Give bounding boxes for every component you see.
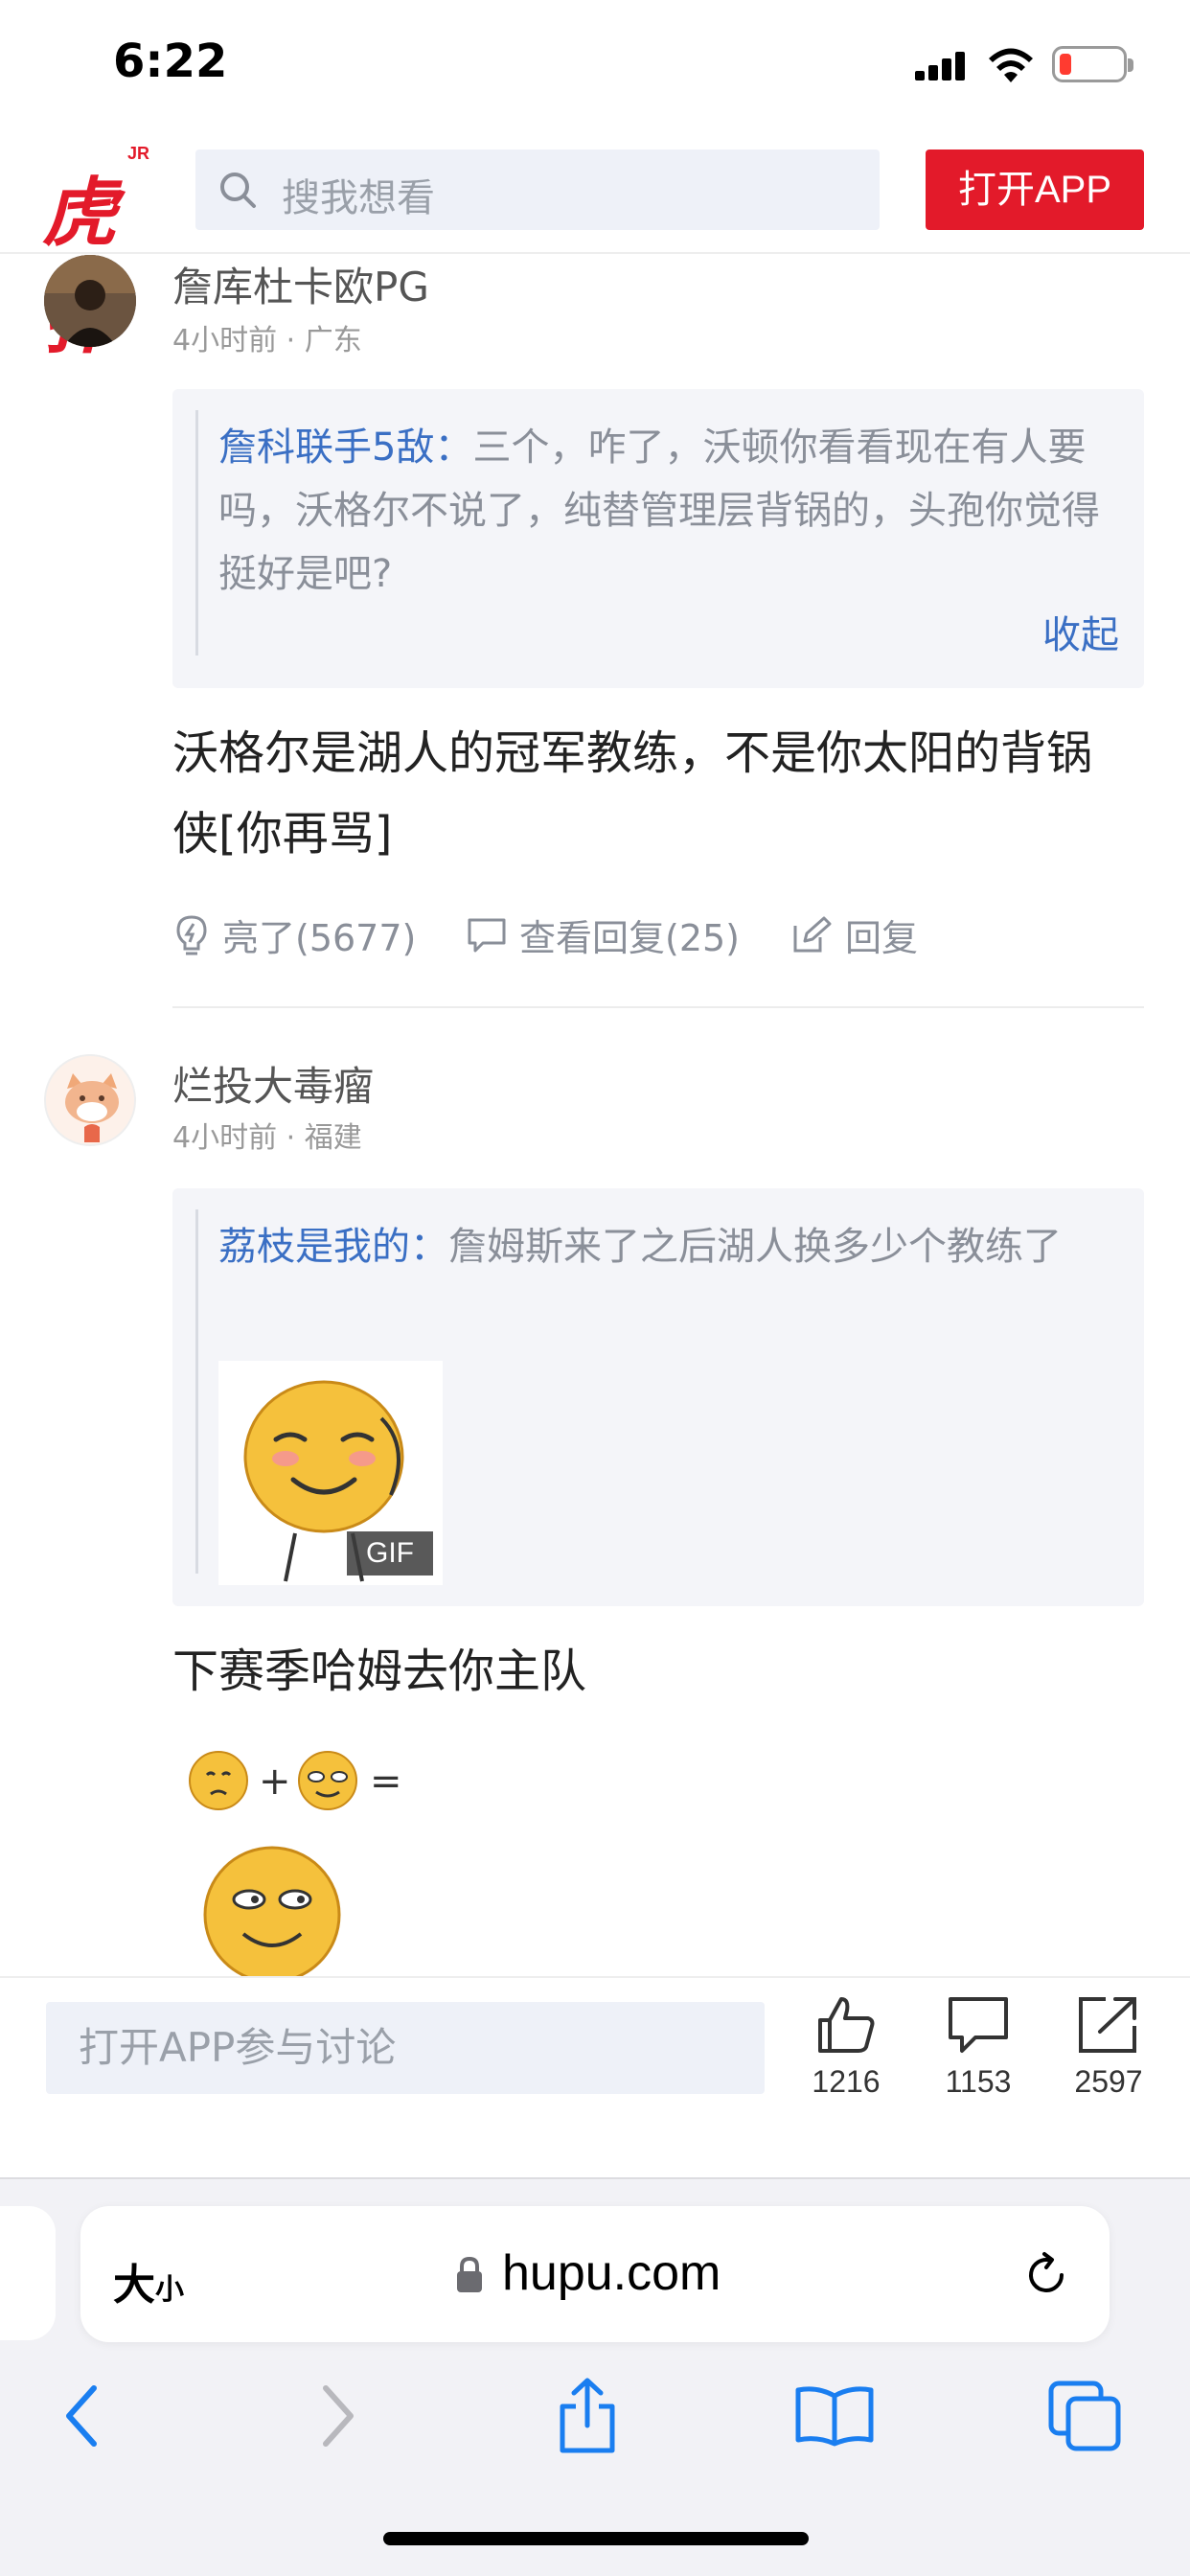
forward-button[interactable] xyxy=(295,2373,381,2459)
lightbulb-icon xyxy=(176,914,207,954)
comment-actions: 亮了(5677) 查看回复(25) 回复 xyxy=(172,908,1144,966)
quoted-username[interactable]: 荔枝是我的： xyxy=(218,1225,448,1269)
open-book-icon xyxy=(795,2386,874,2447)
home-indicator[interactable] xyxy=(383,2532,809,2545)
search-placeholder: 搜我想看 xyxy=(282,176,435,220)
search-icon xyxy=(220,172,256,208)
emoji-combination-icon: + = xyxy=(189,1751,402,1976)
comment-username[interactable]: 詹库杜卡欧PG xyxy=(172,255,429,313)
hupu-logo[interactable]: JR 虎扑 xyxy=(42,144,155,364)
quoted-username[interactable]: 詹科联手5敌： xyxy=(218,426,472,470)
share-count: 2597 xyxy=(1074,2064,1143,2099)
emoji-image[interactable]: + = xyxy=(172,1731,422,1976)
comment-stat-button[interactable]: 1153 xyxy=(926,1995,1031,2100)
like-button[interactable]: 亮了(5677) xyxy=(172,908,416,961)
bottom-discussion-bar: 打开APP参与讨论 1216 1153 2597 xyxy=(0,1976,1190,2177)
quoted-comment: 詹科联手5敌：三个，咋了，沃顿你看看现在有人要吗，沃格尔不说了，纯替管理层背锅的… xyxy=(172,389,1144,688)
gif-thumbnail[interactable]: GIF xyxy=(218,1361,443,1585)
view-replies-button[interactable]: 查看回复(25) xyxy=(466,908,740,961)
thumbs-up-icon xyxy=(818,1997,875,2053)
discussion-input[interactable]: 打开APP参与讨论 xyxy=(46,2002,765,2094)
comment-body: 下赛季哈姆去你主队 xyxy=(172,1644,587,1698)
reload-icon[interactable] xyxy=(1021,2250,1071,2300)
chevron-right-icon xyxy=(323,2385,354,2447)
cellular-signal-icon xyxy=(915,52,967,80)
svg-text:+: + xyxy=(259,1760,291,1804)
reply-label: 回复 xyxy=(845,917,919,959)
share-stat-button[interactable]: 2597 xyxy=(1056,1995,1161,2100)
comment-body: 沃格尔是湖人的冠军教练，不是你太阳的背锅侠[你再骂] xyxy=(172,726,1093,861)
back-button[interactable] xyxy=(38,2373,125,2459)
address-bar[interactable]: 大小 hupu.com xyxy=(80,2206,1110,2342)
reply-button[interactable]: 回复 xyxy=(791,908,918,961)
comment-count: 1153 xyxy=(945,2064,1012,2099)
comment-meta: 4小时前 · 广东 xyxy=(172,324,362,357)
tabs-overview-icon xyxy=(1048,2380,1121,2451)
quoted-text: 詹姆斯来了之后湖人换多少个教练了 xyxy=(448,1225,1062,1269)
site-header: JR 虎扑 搜我想看 打开APP xyxy=(0,129,1190,364)
status-bar: 6:22 xyxy=(0,0,1190,125)
comment-username[interactable]: 烂投大毒瘤 xyxy=(172,1054,374,1113)
like-count-label: 亮了(5677) xyxy=(222,917,417,959)
comment-bubble-icon xyxy=(949,1997,1008,2053)
text-size-button[interactable]: 大小 xyxy=(113,2250,184,2312)
gif-badge: GIF xyxy=(347,1531,433,1576)
cat-avatar-icon xyxy=(46,1056,134,1144)
comment-divider xyxy=(172,1006,1144,1008)
edit-icon xyxy=(793,916,832,952)
svg-text:=: = xyxy=(370,1760,402,1804)
like-stat-button[interactable]: 1216 xyxy=(793,1995,899,2100)
status-time: 6:22 xyxy=(113,34,228,88)
wifi-icon xyxy=(989,48,1033,82)
view-replies-label: 查看回复(25) xyxy=(519,917,741,959)
chat-bubble-icon xyxy=(468,918,506,952)
avatar-photo-icon xyxy=(44,255,136,347)
bookmarks-button[interactable] xyxy=(791,2373,878,2459)
previous-tab-peek[interactable] xyxy=(0,2206,56,2340)
quoted-comment: 荔枝是我的：詹姆斯来了之后湖人换多少个教练了 GIF xyxy=(172,1188,1144,1606)
collapse-button[interactable]: 收起 xyxy=(1042,604,1119,659)
open-app-button[interactable]: 打开APP xyxy=(926,150,1144,230)
share-button[interactable] xyxy=(544,2373,630,2459)
avatar[interactable] xyxy=(44,1054,136,1146)
battery-icon xyxy=(1052,46,1133,82)
share-upload-icon xyxy=(560,2378,615,2453)
like-count: 1216 xyxy=(812,2064,881,2099)
comment-meta: 4小时前 · 福建 xyxy=(172,1121,362,1155)
chevron-left-icon xyxy=(66,2385,97,2447)
avatar[interactable] xyxy=(44,255,136,347)
search-input[interactable]: 搜我想看 xyxy=(195,150,880,230)
url-domain: hupu.com xyxy=(502,2245,721,2301)
share-icon xyxy=(1079,1997,1136,2053)
lock-icon xyxy=(457,2256,482,2292)
tabs-button[interactable] xyxy=(1042,2373,1129,2459)
safari-toolbar: 大小 hupu.com xyxy=(0,2177,1190,2576)
